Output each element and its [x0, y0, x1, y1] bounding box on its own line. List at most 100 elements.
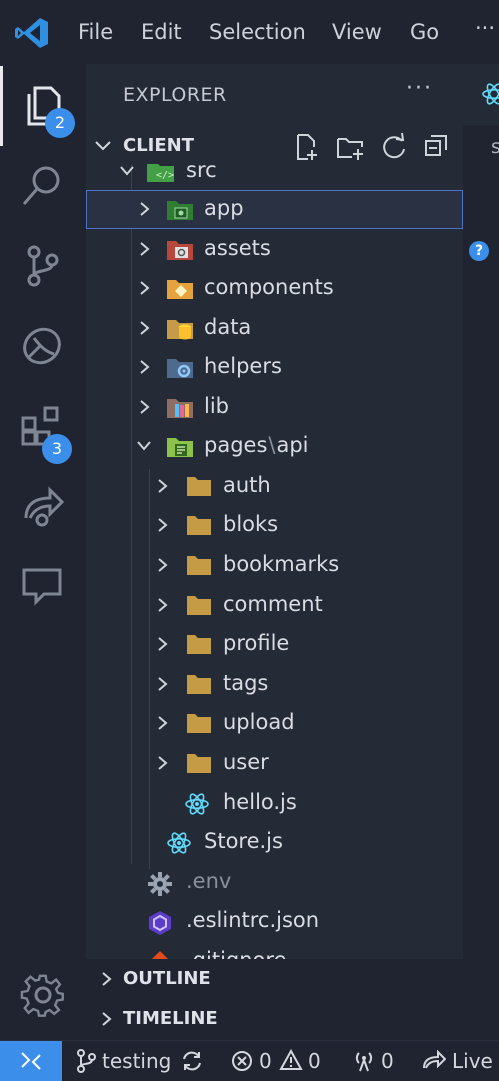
- git-icon: [152, 951, 168, 959]
- activity-run-debug[interactable]: [0, 306, 86, 386]
- tree-file-eslintrc[interactable]: .eslintrc.json: [86, 902, 463, 941]
- explorer-title: EXPLORER: [123, 84, 227, 106]
- project-name: CLIENT: [123, 135, 195, 156]
- tree-folder-profile[interactable]: profile: [86, 625, 463, 664]
- error-icon[interactable]: [231, 1050, 253, 1072]
- ports-count[interactable]: 0: [381, 1049, 394, 1073]
- activity-source-control[interactable]: [0, 226, 86, 306]
- tree-file-hello[interactable]: hello.js: [86, 784, 463, 823]
- activity-live-share[interactable]: [0, 466, 86, 546]
- folder-icon: [187, 477, 211, 496]
- branch-icon[interactable]: [76, 1049, 96, 1073]
- tree-label: .gitignore: [186, 948, 287, 959]
- title-bar: File Edit Selection View Go ···: [0, 0, 499, 64]
- tree-label: app: [204, 196, 244, 220]
- tree-label: pages\api: [204, 433, 309, 457]
- tree-label: helpers: [204, 354, 282, 378]
- explorer-sidebar: EXPLORER ··· CLIENT </> src app assets c…: [86, 64, 463, 1040]
- error-count[interactable]: 0: [259, 1049, 272, 1073]
- chevron-right-icon: [158, 716, 168, 730]
- status-bar: testing 0 0 0 Live S: [0, 1040, 499, 1081]
- tree-file-env[interactable]: .env: [86, 863, 463, 902]
- tree-label: upload: [223, 710, 295, 734]
- menu-view[interactable]: View: [332, 20, 382, 44]
- new-file-icon[interactable]: [294, 133, 322, 161]
- tree-folder-comment[interactable]: comment: [86, 586, 463, 625]
- tree-folder-components[interactable]: components: [86, 269, 463, 308]
- tree-folder-bookmarks[interactable]: bookmarks: [86, 546, 463, 585]
- activity-extensions[interactable]: 3: [0, 386, 86, 466]
- warning-count[interactable]: 0: [308, 1049, 321, 1073]
- menu-selection[interactable]: Selection: [209, 20, 306, 44]
- react-icon: [482, 83, 499, 105]
- chevron-down-icon: [137, 441, 151, 451]
- tree-folder-tags[interactable]: tags: [86, 665, 463, 704]
- pages-folder-icon: [167, 438, 193, 457]
- tree-file-store[interactable]: Store.js: [86, 823, 463, 862]
- gear-icon: [20, 974, 64, 1017]
- outline-section-header[interactable]: OUTLINE: [86, 959, 463, 999]
- chevron-right-icon: [158, 479, 168, 493]
- menu-edit[interactable]: Edit: [141, 20, 182, 44]
- tree-label: data: [204, 315, 252, 339]
- helpers-folder-icon: [167, 359, 193, 378]
- tree-folder-lib[interactable]: lib: [86, 388, 463, 427]
- chevron-right-icon: [158, 598, 168, 612]
- tree-label: user: [223, 750, 269, 774]
- tree-folder-assets[interactable]: assets: [86, 230, 463, 269]
- warning-icon[interactable]: [279, 1049, 303, 1071]
- tree-folder-helpers[interactable]: helpers: [86, 348, 463, 387]
- refresh-icon[interactable]: [380, 133, 408, 161]
- chevron-right-icon: [158, 518, 168, 532]
- tree-label: src: [186, 164, 217, 182]
- eslint-icon: [149, 911, 171, 935]
- tree-folder-app[interactable]: app: [86, 190, 463, 229]
- src-folder-icon: </>: [147, 164, 174, 182]
- tree-folder-data[interactable]: data: [86, 309, 463, 348]
- folder-icon: [187, 596, 211, 615]
- menu-go[interactable]: Go: [410, 20, 439, 44]
- branch-name[interactable]: testing: [102, 1049, 171, 1073]
- chevron-right-icon: [102, 972, 112, 986]
- activity-explorer[interactable]: 2: [0, 66, 89, 146]
- help-icon[interactable]: ?: [469, 241, 489, 261]
- menu-more[interactable]: ···: [475, 16, 495, 40]
- remote-indicator[interactable]: [0, 1041, 62, 1081]
- chevron-right-icon: [158, 756, 168, 770]
- tree-file-gitignore[interactable]: .gitignore: [86, 942, 463, 959]
- react-icon: [185, 793, 209, 815]
- react-icon: [167, 832, 191, 854]
- tree-folder-src[interactable]: </> src: [86, 164, 463, 191]
- activity-manage[interactable]: [0, 954, 86, 1034]
- folder-icon: [187, 714, 211, 733]
- activity-comments[interactable]: [0, 546, 86, 626]
- pages-label: pages: [204, 433, 268, 457]
- menu-file[interactable]: File: [78, 20, 113, 44]
- tree-label: bookmarks: [223, 552, 340, 576]
- ports-icon[interactable]: [352, 1049, 376, 1073]
- gear-icon: [148, 872, 172, 896]
- extensions-badge: 3: [42, 434, 72, 464]
- tree-label: components: [204, 275, 334, 299]
- folder-icon: [187, 556, 211, 575]
- tree-folder-pages-api[interactable]: pages\api: [86, 427, 463, 466]
- tree-folder-bloks[interactable]: bloks: [86, 506, 463, 545]
- chevron-right-icon: [158, 637, 168, 651]
- chevron-right-icon: [140, 400, 150, 414]
- collapse-all-icon[interactable]: [424, 133, 450, 159]
- new-folder-icon[interactable]: [336, 133, 366, 161]
- live-share-icon[interactable]: [422, 1050, 446, 1072]
- sync-icon[interactable]: [180, 1049, 204, 1073]
- tree-folder-user[interactable]: user: [86, 744, 463, 783]
- client-section-header[interactable]: CLIENT: [86, 126, 463, 166]
- comments-icon: [22, 568, 62, 606]
- tree-folder-auth[interactable]: auth: [86, 467, 463, 506]
- explorer-more-button[interactable]: ···: [406, 76, 433, 101]
- timeline-section-header[interactable]: TIMELINE: [86, 999, 463, 1039]
- live-share-label[interactable]: Live S: [452, 1049, 499, 1073]
- editor-tab[interactable]: [463, 64, 499, 126]
- tree-folder-upload[interactable]: upload: [86, 704, 463, 743]
- chevron-right-icon: [158, 558, 168, 572]
- activity-search[interactable]: [0, 146, 86, 226]
- tree-label: .eslintrc.json: [186, 908, 320, 932]
